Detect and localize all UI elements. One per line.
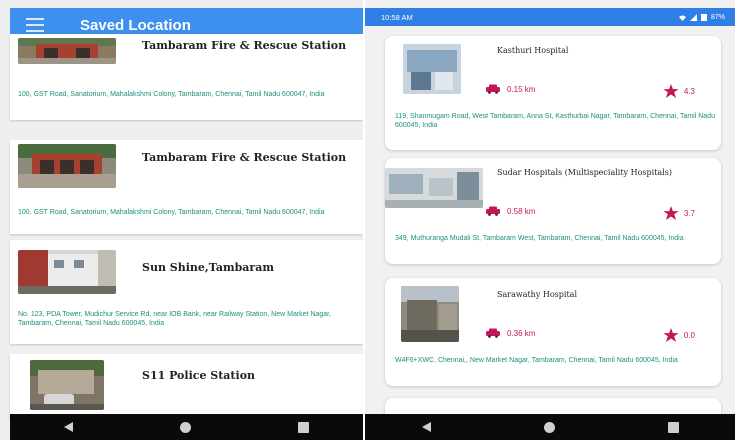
fire-station-photo xyxy=(18,38,116,64)
location-name: S11 Police Station xyxy=(142,369,256,382)
hospital-card[interactable]: Kasthuri Hospital 0.15 km 4.3 119, Shanm… xyxy=(385,36,721,150)
hospital-address: W4F6+XWC, Chennai,, New Market Nagar, Ta… xyxy=(395,357,678,364)
distance: 0.58 km xyxy=(485,206,535,216)
status-icons: 87% xyxy=(678,13,725,21)
recent-apps-icon[interactable] xyxy=(667,421,679,433)
distance-value: 0.58 km xyxy=(507,206,536,216)
star-icon xyxy=(663,206,679,220)
location-name: Tambaram Fire & Rescue Station xyxy=(142,151,347,164)
saved-location-screen: Saved Location Tambaram Fire & Rescue St… xyxy=(0,0,363,440)
star-icon xyxy=(663,84,679,98)
car-icon xyxy=(486,328,500,338)
menu-icon[interactable] xyxy=(26,18,44,32)
fire-station-photo xyxy=(18,144,116,188)
location-card[interactable]: Tambaram Fire & Rescue Station 100, GST … xyxy=(10,34,363,120)
rating: 4.3 xyxy=(663,84,695,98)
hospital-card[interactable]: Sarawathy Hospital 0.36 km 0.0 W4F6+XWC,… xyxy=(385,278,721,386)
back-icon[interactable] xyxy=(63,422,73,432)
police-station-photo xyxy=(30,360,104,410)
hospital-name: Sarawathy Hospital xyxy=(497,290,578,299)
location-card[interactable]: S11 Police Station xyxy=(10,354,363,420)
hospital-address: 349, Muthuranga Mudali St, Tambaram West… xyxy=(395,235,684,242)
home-icon[interactable] xyxy=(543,421,555,433)
hospital-photo xyxy=(403,44,461,94)
location-name: Tambaram Fire & Rescue Station xyxy=(142,39,347,52)
hospital-name: Kasthuri Hospital xyxy=(497,46,569,55)
star-icon xyxy=(663,328,679,342)
hospital-address: 119, Shanmugam Road, West Tambaram, Anna… xyxy=(395,113,715,129)
hospital-photo xyxy=(401,286,459,342)
rating: 0.0 xyxy=(663,328,695,342)
recent-apps-icon[interactable] xyxy=(298,421,310,433)
system-nav-bar xyxy=(365,414,735,440)
rating-value: 3.7 xyxy=(683,208,695,218)
car-icon xyxy=(486,206,500,216)
status-bar: 10:58 AM 87% xyxy=(365,8,735,26)
status-time: 10:58 AM xyxy=(381,12,413,22)
home-icon[interactable] xyxy=(179,421,191,433)
distance: 0.36 km xyxy=(485,328,535,338)
distance-value: 0.15 km xyxy=(507,84,536,94)
system-nav-bar xyxy=(10,414,363,440)
distance-value: 0.36 km xyxy=(507,328,536,338)
battery-level: 87% xyxy=(710,13,725,21)
building-photo xyxy=(18,250,116,294)
location-card[interactable]: Sun Shine,Tambaram No. 123, PDA Tower, M… xyxy=(10,240,363,344)
location-card[interactable]: Tambaram Fire & Rescue Station 100, GST … xyxy=(10,140,363,234)
rating-value: 4.3 xyxy=(683,86,695,96)
signal-icon xyxy=(689,13,697,21)
back-icon[interactable] xyxy=(421,422,431,432)
location-address: No. 123, PDA Tower, Mudichur Service Rd,… xyxy=(18,311,332,327)
app-bar-title: Saved Location xyxy=(80,16,191,34)
distance: 0.15 km xyxy=(485,84,535,94)
location-address: 100, GST Road, Sanatorium, Mahalakshmi C… xyxy=(18,209,325,216)
hospital-name: Sudar Hospitals (Multispeciality Hospita… xyxy=(497,168,672,177)
location-name: Sun Shine,Tambaram xyxy=(142,261,274,274)
wifi-icon xyxy=(678,15,686,21)
rating-value: 0.0 xyxy=(683,330,695,340)
hospital-photo xyxy=(385,168,483,208)
car-icon xyxy=(486,84,500,94)
nearby-hospitals-screen: 10:58 AM 87% Kasthuri Hospital 0.15 km 4… xyxy=(365,0,735,440)
rating: 3.7 xyxy=(663,206,695,220)
battery-icon xyxy=(700,14,707,21)
hospital-card[interactable]: Sudar Hospitals (Multispeciality Hospita… xyxy=(385,158,721,264)
location-address: 100, GST Road, Sanatorium, Mahalakshmi C… xyxy=(18,91,325,98)
